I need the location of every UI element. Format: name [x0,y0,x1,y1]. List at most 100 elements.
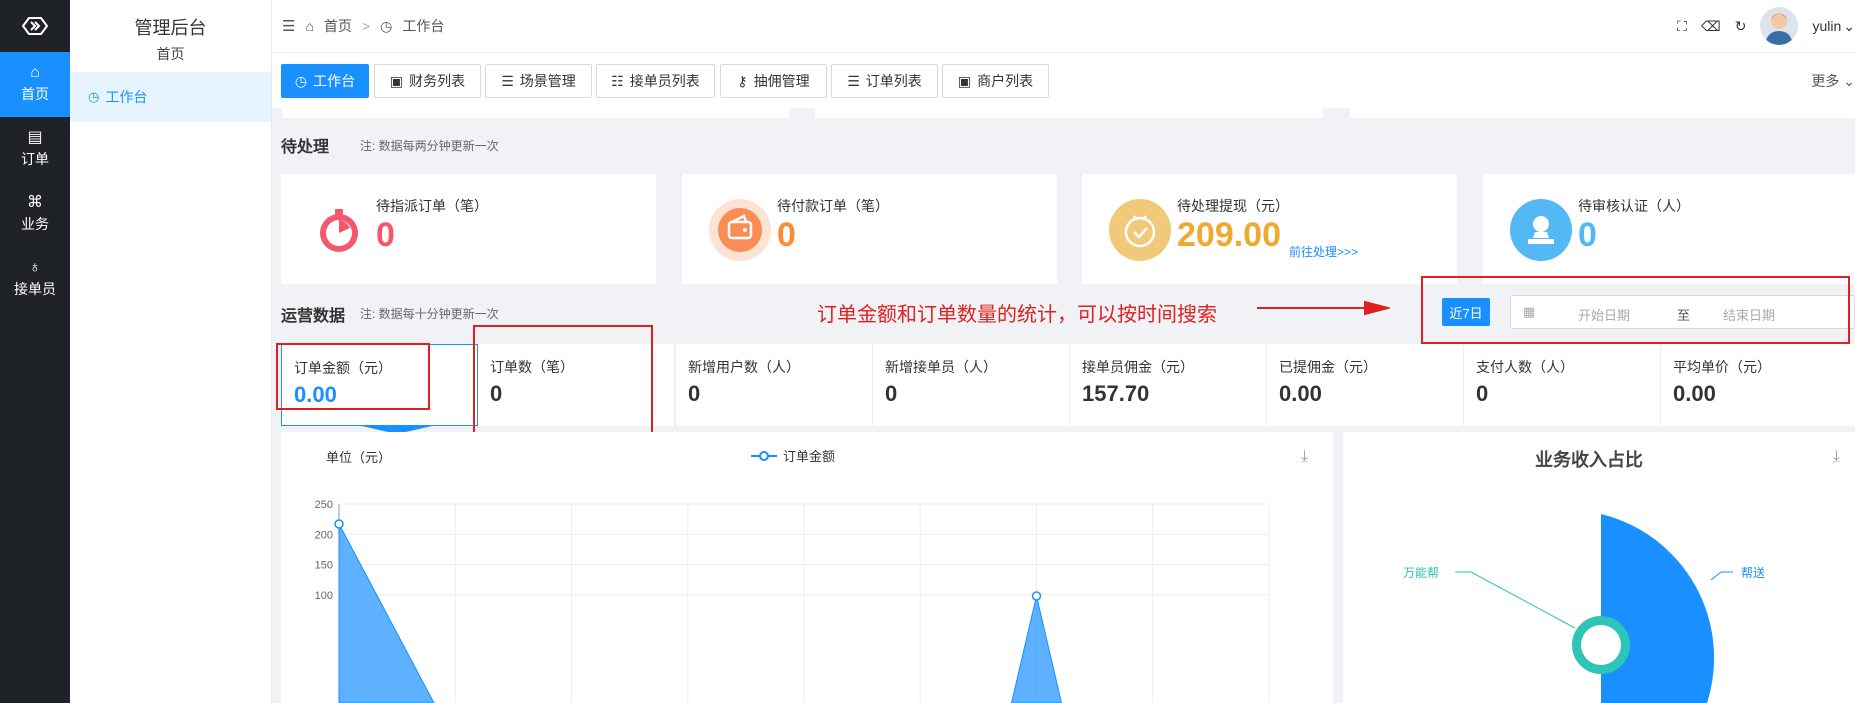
user-name[interactable]: yulin [1812,18,1841,34]
tab-merchant-list[interactable]: ▣ 商户列表 [942,64,1049,98]
order-amount-chart: 单位（元） 订单金额 ⤓ 100 150 200 250 [281,432,1333,703]
pending-value: 209.00 [1177,216,1281,254]
data-point [1031,591,1042,601]
rail-item-label: 订单 [21,151,49,167]
stat-rider-commission[interactable]: 接单员佣金（元） 157.70 [1070,344,1267,426]
stat-avg-price[interactable]: 平均单价（元） 0.00 [1661,344,1855,426]
rail-item-label: 首页 [21,86,49,102]
stat-value: 0.00 [1673,381,1716,406]
breadcrumb-current: 工作台 [402,18,445,34]
merchant-icon: ▣ [957,72,972,89]
logo-icon[interactable] [0,0,70,52]
area-segment [338,523,435,703]
annotation-box [1421,276,1850,344]
stat-value: 157.70 [1082,381,1150,406]
stat-value: 0 [688,381,701,406]
pending-value: 0 [376,216,395,254]
area-segment [1010,595,1063,703]
stat-new-users[interactable]: 新增用户数（人） 0 [676,344,873,426]
pie-label-wanneng: 万能帮 [1403,566,1440,580]
rail-item-home[interactable]: ⌂ 首页 [0,52,70,117]
y-tick-label: 150 [315,560,333,572]
tab-rider-list[interactable]: ☷ 接单员列表 [596,64,715,98]
order-icon: ▤ [27,129,43,146]
stat-label: 新增接单员（人） [885,359,997,375]
tabs-more-label: 更多 [1811,73,1840,89]
pie-label-bangsong: 帮送 [1741,566,1766,580]
sidebar-item-dashboard[interactable]: ◷ 工作台 [70,72,271,122]
home-icon: ⌂ [305,18,314,34]
go-process-link[interactable]: 前往处理>>> [1289,243,1358,260]
clock-badge-icon [1109,199,1171,261]
stat-value: 0.00 [1279,381,1322,406]
pending-value: 0 [1578,216,1597,254]
stat-label: 接单员佣金（元） [1082,359,1194,375]
tab-label: 订单列表 [865,73,922,89]
dashboard-icon: ◷ [294,72,308,89]
pending-note: 注: 数据每两分钟更新一次 [360,139,499,153]
annotation-box [473,325,653,446]
pending-card-assign[interactable]: 待指派订单（笔） 0 [281,174,656,284]
dashboard-icon: ◷ [88,89,100,104]
fullscreen-icon[interactable]: ⛶ [1677,18,1687,35]
stat-new-riders[interactable]: 新增接单员（人） 0 [873,344,1070,426]
collapse-menu-icon[interactable]: ☰ [282,17,295,35]
stopwatch-icon [308,199,370,261]
stat-value: 0 [1476,381,1489,406]
tab-label: 场景管理 [519,73,576,89]
pending-card-withdraw[interactable]: 待处理提现（元） 209.00 前往处理>>> [1082,174,1457,284]
breadcrumb-separator: > [361,18,371,34]
tab-finance-list[interactable]: ▣ 财务列表 [374,64,481,98]
home-icon: ⌂ [30,64,40,81]
stat-label: 新增用户数（人） [688,359,800,375]
tabs-more-button[interactable]: 更多 ⌄ [1811,71,1855,91]
user-key-icon: ⚷ [737,72,748,89]
dashboard-icon: ◷ [380,17,393,34]
pending-label: 待处理提现（元） [1177,198,1289,214]
pending-card-verify[interactable]: 待审核认证（人） 0 [1483,174,1855,284]
business-icon: ⌘ [27,194,43,211]
clipped-card [282,108,789,118]
sidebar-item-label: 工作台 [105,89,148,105]
stat-withdrawn-commission[interactable]: 已提佣金（元） 0.00 [1267,344,1464,426]
rail-item-label: 业务 [21,216,49,232]
tab-label: 抽佣管理 [753,73,810,89]
y-tick-label: 200 [315,529,333,541]
chevron-down-icon[interactable]: ⌄ [1843,18,1855,35]
pending-card-unpaid[interactable]: 待付款订单（笔） 0 [682,174,1057,284]
tab-dashboard[interactable]: ◷ 工作台 [281,64,369,98]
pending-label: 待审核认证（人） [1578,198,1690,214]
secondary-sidebar: 管理后台 首页 ◷ 工作台 [70,0,272,703]
breadcrumb: ☰ ⌂ 首页 > ◷ 工作台 [272,16,444,36]
stat-label: 已提佣金（元） [1279,359,1377,375]
stat-label: 支付人数（人） [1476,359,1574,375]
rail-item-riders[interactable]: ♁ 接单员 [0,247,70,312]
breadcrumb-home[interactable]: 首页 [324,16,352,36]
tab-label: 财务列表 [409,73,466,89]
list-icon: ☰ [847,72,860,89]
list-icon: ☷ [611,72,624,89]
stat-paying-users[interactable]: 支付人数（人） 0 [1464,344,1661,426]
top-header: ☰ ⌂ 首页 > ◷ 工作台 ⛶ ⌫ ↻ yulin ⌄ [272,0,1855,52]
pending-value: 0 [777,216,796,254]
stat-value: 0 [885,381,898,406]
refresh-icon[interactable]: ↻ [1735,18,1747,35]
clipped-card [1350,108,1855,118]
ops-note: 注: 数据每十分钟更新一次 [360,307,499,321]
sidebar-subtitle: 首页 [156,46,185,62]
y-tick-label: 100 [315,590,333,602]
annotation-arrow-icon [1257,300,1390,316]
tab-label: 商户列表 [977,73,1034,89]
rail-item-business[interactable]: ⌘ 业务 [0,182,70,247]
rail-item-orders[interactable]: ▤ 订单 [0,117,70,182]
tab-commission[interactable]: ⚷ 抽佣管理 [720,64,827,98]
tab-order-list[interactable]: ☰ 订单列表 [831,64,938,98]
clear-cache-icon[interactable]: ⌫ [1701,18,1721,35]
pending-label: 待付款订单（笔） [777,198,889,214]
tab-label: 工作台 [313,73,356,89]
user-stamp-icon [1510,199,1572,261]
tab-scene-manage[interactable]: ☰ 场景管理 [485,64,592,98]
avatar[interactable] [1760,7,1799,45]
line-chart-svg: 100 150 200 250 [315,499,1270,703]
tabs-bar: ◷ 工作台 ▣ 财务列表 ☰ 场景管理 ☷ 接单员列表 ⚷ 抽佣管理 ☰ 订单列… [272,52,1855,108]
